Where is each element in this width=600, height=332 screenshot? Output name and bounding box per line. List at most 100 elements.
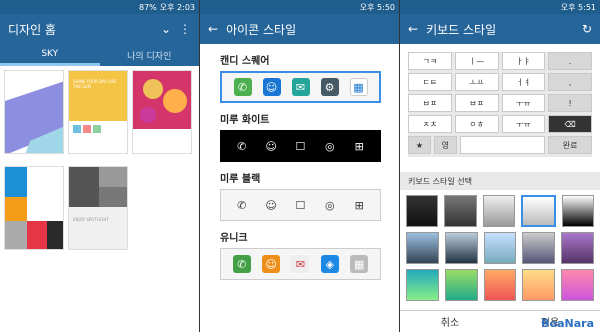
tab-sky[interactable]: SKY <box>0 44 100 66</box>
key: ⌫ <box>548 115 592 133</box>
status-bar: 오후 5:50 <box>200 0 399 14</box>
clock-text: 오후 2:03 <box>159 2 195 12</box>
key-row: ㄱㅋ ㅣ— ㅏㅑ . <box>408 52 592 70</box>
swatch-row <box>406 269 594 301</box>
key: ㅂㅍ <box>408 94 452 112</box>
key: ! <box>548 94 592 112</box>
design-thumb-3[interactable] <box>132 70 192 154</box>
keyboard-preview: ㄱㅋ ㅣ— ㅏㅑ . ㄷㅌ ㅗㅛ ㅓㅕ , ㅂㅍ ㅂㅍ ㅜㅠ ! ㅈㅊ ㅇㅎ ㅜ… <box>408 52 592 157</box>
apps-icon: ▦ <box>349 78 368 96</box>
design-thumb-art-1 <box>5 81 63 153</box>
swatch[interactable] <box>522 269 556 301</box>
key: ㅓㅕ <box>501 73 546 91</box>
section-title: 미루 블랙 <box>220 174 261 185</box>
key: ㅗㅛ <box>454 73 499 91</box>
swatch[interactable] <box>406 232 439 264</box>
design-thumb-art-4 <box>5 167 63 249</box>
key-row: ㄷㅌ ㅗㅛ ㅓㅕ , <box>408 73 592 91</box>
key: ㅂㅍ <box>454 94 499 112</box>
swatch[interactable] <box>561 195 595 227</box>
back-arrow-icon[interactable]: ← <box>408 22 418 36</box>
contacts-icon: ☺ <box>265 139 277 153</box>
swatch-row <box>406 195 595 227</box>
swatch[interactable] <box>483 269 517 301</box>
icon-section-candy: 캔디 스퀘어 ✆ ☺ ✉ ⚙ ▦ <box>220 44 381 103</box>
design-grid: SHINE YOUR DAY LIKE THE SUN ENJOY SPOTLI… <box>0 66 199 332</box>
tab-bar: SKY 나의 디자인 <box>0 44 199 66</box>
key: 완료 <box>548 136 592 154</box>
key: ㅏㅑ <box>501 52 546 70</box>
design-thumb-text: SHINE YOUR DAY LIKE THE SUN <box>73 79 117 89</box>
settings-icon: ⚙ <box>320 78 339 96</box>
apps-icon: ⊞ <box>354 198 364 212</box>
swatch[interactable] <box>444 195 477 227</box>
design-thumb-strip <box>69 121 127 153</box>
refresh-icon[interactable]: ↻ <box>582 22 592 36</box>
swatch-row <box>406 232 594 264</box>
message-icon: ☐ <box>295 198 306 212</box>
design-thumb-5[interactable]: ENJOY SPOTLIGHT <box>68 166 128 250</box>
swatch[interactable] <box>561 269 594 301</box>
key: ㄱㅋ <box>408 52 452 70</box>
design-thumb-4[interactable] <box>4 166 64 250</box>
icon-section-unique: 유니크 ✆ ☺ ✉ ◈ ▦ <box>220 221 381 280</box>
key: ㅜㅠ <box>501 115 546 133</box>
swatch-selected[interactable] <box>521 195 556 227</box>
clock-text: 오후 5:51 <box>560 2 596 12</box>
globe-icon: ◎ <box>325 198 335 212</box>
key: . <box>548 52 592 70</box>
swatch[interactable] <box>406 195 439 227</box>
icon-style-panel: 오후 5:50 ← 아이콘 스타일 캔디 스퀘어 ✆ ☺ ✉ ⚙ ▦ 미루 화이… <box>200 0 400 332</box>
section-title: 유니크 <box>220 233 248 244</box>
tab-my-design[interactable]: 나의 디자인 <box>100 44 200 66</box>
section-header: 키보드 스타일 선택 <box>400 172 600 190</box>
icon-style-option-candy[interactable]: ✆ ☺ ✉ ⚙ ▦ <box>220 71 381 103</box>
key: ㅇㅎ <box>454 115 499 133</box>
message-icon: ☐ <box>295 139 306 153</box>
app-bar: 디자인 홈 ⌄ ⋮ <box>0 14 199 44</box>
swatch[interactable] <box>522 232 556 264</box>
keyboard-swatches <box>400 195 600 306</box>
key: ㅣ— <box>454 52 499 70</box>
swatch[interactable] <box>483 232 517 264</box>
key: ㅜㅠ <box>501 94 546 112</box>
chevron-down-icon[interactable]: ⌄ <box>161 22 171 36</box>
icon-section-black: 미루 블랙 ✆ ☺ ☐ ◎ ⊞ <box>220 162 381 221</box>
swatch[interactable] <box>444 232 478 264</box>
design-home-panel: 87% 오후 2:03 디자인 홈 ⌄ ⋮ SKY 나의 디자인 SHINE Y… <box>0 0 200 332</box>
back-arrow-icon[interactable]: ← <box>208 22 218 36</box>
swatch[interactable] <box>406 269 439 301</box>
key: ㅈㅊ <box>408 115 452 133</box>
watermark: BoaNara <box>541 317 594 330</box>
key: 영 <box>433 136 457 154</box>
swatch[interactable] <box>482 195 516 227</box>
key: ★ <box>408 136 431 154</box>
icon-style-option-unique[interactable]: ✆ ☺ ✉ ◈ ▦ <box>220 248 381 280</box>
design-thumb-art-3 <box>133 79 191 153</box>
icon-style-option-black[interactable]: ✆ ☺ ☐ ◎ ⊞ <box>220 189 381 221</box>
app-bar: ← 키보드 스타일 ↻ <box>400 14 600 44</box>
app-bar: ← 아이콘 스타일 <box>200 14 399 44</box>
contacts-icon: ☺ <box>265 198 277 212</box>
swatch[interactable] <box>444 269 478 301</box>
design-thumb-2[interactable]: SHINE YOUR DAY LIKE THE SUN <box>68 70 128 154</box>
swatch[interactable] <box>561 232 594 264</box>
cancel-button[interactable]: 취소 <box>400 311 500 332</box>
apps-icon: ⊞ <box>354 139 364 153</box>
design-thumb-1[interactable] <box>4 70 64 154</box>
more-icon[interactable]: ⋮ <box>179 22 191 36</box>
key-row: ㅂㅍ ㅂㅍ ㅜㅠ ! <box>408 94 592 112</box>
page-title: 아이콘 스타일 <box>226 22 297 37</box>
globe-icon: ◎ <box>325 139 335 153</box>
phone-icon: ✆ <box>237 198 247 212</box>
keyboard-style-panel: 오후 5:51 ← 키보드 스타일 ↻ ㄱㅋ ㅣ— ㅏㅑ . ㄷㅌ ㅗㅛ ㅓㅕ … <box>400 0 600 332</box>
key-row: ★ 영 완료 <box>408 136 592 154</box>
contacts-icon: ☺ <box>262 255 281 273</box>
page-title: 키보드 스타일 <box>426 22 497 37</box>
message-icon: ✉ <box>291 78 310 96</box>
status-bar: 87% 오후 2:03 <box>0 0 199 14</box>
status-bar: 오후 5:51 <box>400 0 600 14</box>
message-icon: ✉ <box>291 255 310 273</box>
icon-section-white: 미루 화이트 ✆ ☺ ☐ ◎ ⊞ <box>220 103 381 162</box>
icon-style-option-white[interactable]: ✆ ☺ ☐ ◎ ⊞ <box>220 130 381 162</box>
